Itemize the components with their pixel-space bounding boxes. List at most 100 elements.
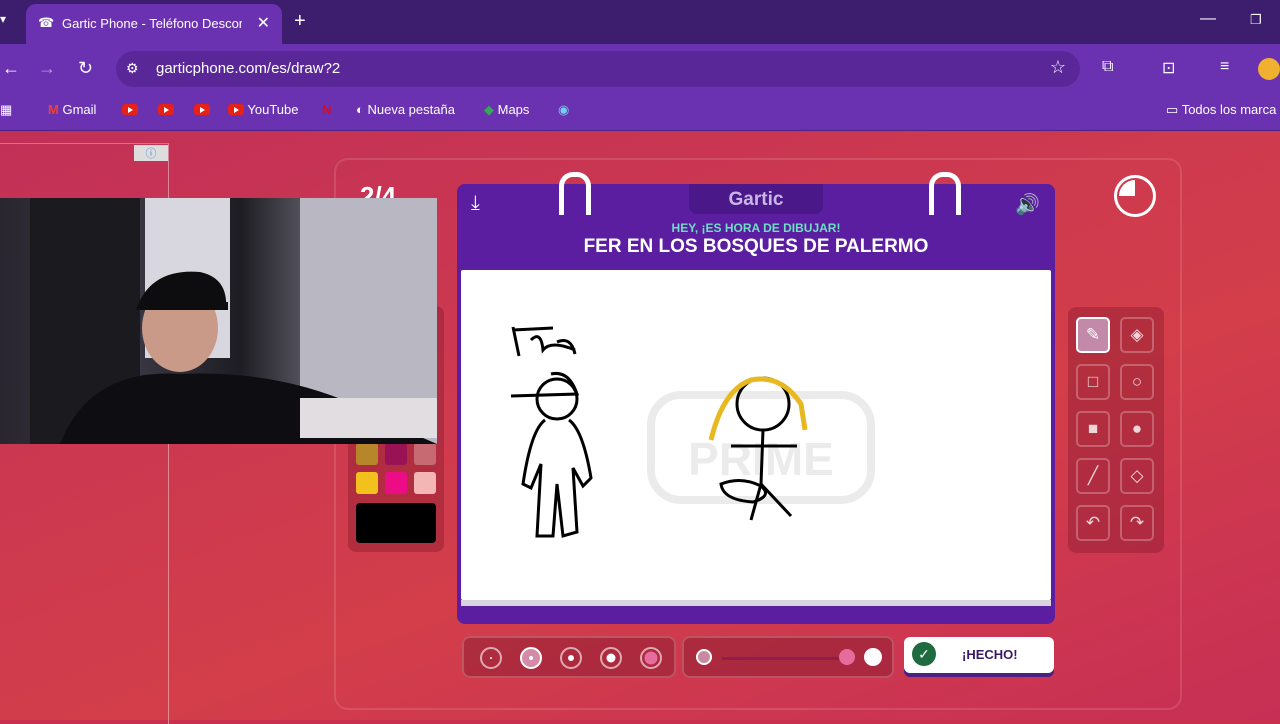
redo-icon: ↷	[1129, 513, 1145, 532]
selected-color-preview[interactable]	[356, 503, 436, 543]
restore-window-icon[interactable]: ❐	[1250, 12, 1262, 28]
profile-avatar[interactable]	[1258, 58, 1280, 80]
opacity-track[interactable]	[722, 657, 852, 660]
gartic-logo: Gartic	[689, 184, 823, 214]
done-label: ¡HECHO!	[962, 647, 1018, 662]
close-tab-icon[interactable]: ✕	[257, 13, 270, 33]
brush-size-1[interactable]	[480, 647, 502, 669]
prompt-title: FER EN LOS BOSQUES DE PALERMO	[583, 236, 929, 257]
folder-icon: ▭	[1166, 102, 1179, 117]
ellipse-fill-icon: ●	[1131, 419, 1143, 438]
bucket-icon: ◇	[1130, 466, 1144, 485]
bookmark-new-tab[interactable]: ◐ Nueva pestaña	[356, 102, 455, 117]
brush-size-4[interactable]	[600, 647, 622, 669]
brush-size-5[interactable]	[640, 647, 662, 669]
bookmark-youtube-1[interactable]	[122, 102, 138, 117]
binder-ring-right	[929, 172, 961, 215]
bookmark-star-icon[interactable]: ☆	[1050, 57, 1066, 78]
bookmark-youtube-2[interactable]	[158, 102, 174, 117]
drawing-tools: ✎ ◈ □ ○ ■ ● ╱ ◇ ↶ ↷	[1068, 307, 1164, 553]
ellipse-outline-icon: ○	[1131, 372, 1143, 391]
redo-button[interactable]: ↷	[1120, 505, 1154, 541]
bookmark-maps[interactable]: ◆ Maps	[484, 102, 529, 118]
site-info-icon[interactable]: ⚙	[126, 60, 139, 77]
opacity-slider[interactable]	[682, 636, 894, 678]
back-icon[interactable]: ←	[2, 58, 20, 79]
color-swatch[interactable]	[356, 443, 378, 465]
rect-outline-icon: □	[1087, 372, 1099, 391]
color-swatch[interactable]	[414, 443, 436, 465]
timer-pie-icon	[1119, 180, 1135, 196]
bucket-tool[interactable]: ◇	[1120, 458, 1154, 494]
all-bookmarks-label: Todos los marca	[1181, 102, 1277, 117]
screenshot-icon[interactable]: ⊡	[1162, 58, 1175, 78]
all-bookmarks[interactable]: ▭ Todos los marca	[1166, 102, 1276, 118]
phone-favicon-icon: ☎	[38, 15, 55, 30]
drawing-card: Gartic ⤓ 🔊 HEY, ¡ES HORA DE DIBUJAR! FER…	[457, 172, 1055, 624]
globe-icon: ◐	[356, 102, 364, 117]
active-tab[interactable]: ☎ Gartic Phone - Teléfono Descon ✕	[26, 4, 282, 44]
maps-pin-icon: ◆	[484, 102, 494, 117]
ellipse-outline-tool[interactable]: ○	[1120, 364, 1154, 400]
pencil-icon: ✎	[1085, 325, 1101, 344]
tab-strip: ▾ ☎ Gartic Phone - Teléfono Descon ✕ + —…	[0, 0, 1280, 44]
youtube-icon	[158, 104, 174, 115]
opacity-handle[interactable]	[839, 649, 855, 665]
webcam-overlay	[0, 198, 437, 444]
canvas-page-edge	[461, 600, 1051, 606]
bookmark-gmail-label: Gmail	[62, 102, 97, 117]
rect-outline-tool[interactable]: □	[1076, 364, 1110, 400]
bookmarks-bar: ▦ M Gmail YouTube N ◐ Nueva pestaña ◆ Ma…	[0, 94, 1280, 131]
bookmark-new-tab-label: Nueva pestaña	[367, 102, 455, 117]
address-bar[interactable]: ⚙ garticphone.com/es/draw?2 ☆	[116, 51, 1080, 87]
line-icon: ╱	[1087, 466, 1099, 485]
game-page: ⓘ 2/4 Gartic ⤓ 🔊 HEY, ¡ES HORA DE DIBUJA…	[0, 131, 1280, 724]
undo-icon: ↶	[1085, 513, 1101, 532]
gmail-icon: M	[48, 102, 59, 117]
pencil-tool[interactable]: ✎	[1076, 317, 1110, 353]
brush-size-selector	[462, 636, 676, 678]
color-swatch[interactable]	[414, 472, 436, 494]
webcam-person-image	[30, 198, 437, 444]
download-icon[interactable]: ⤓	[471, 192, 480, 215]
color-swatch[interactable]	[356, 472, 378, 494]
drawing-canvas[interactable]: PRIME	[461, 270, 1051, 600]
youtube-icon	[122, 104, 138, 115]
reload-icon[interactable]: ↻	[78, 58, 93, 79]
rect-fill-tool[interactable]: ■	[1076, 411, 1110, 447]
netflix-icon[interactable]: N	[322, 102, 331, 117]
brush-size-3[interactable]	[560, 647, 582, 669]
bookmark-youtube[interactable]: YouTube	[228, 102, 298, 117]
extensions-icon[interactable]: ⧉	[1102, 58, 1113, 76]
color-swatch[interactable]	[385, 472, 407, 494]
eraser-tool[interactable]: ◈	[1120, 317, 1154, 353]
round-timer	[1114, 175, 1156, 217]
undo-button[interactable]: ↶	[1076, 505, 1110, 541]
youtube-icon	[194, 104, 210, 115]
card-header: Gartic ⤓ 🔊 HEY, ¡ES HORA DE DIBUJAR! FER…	[457, 172, 1055, 268]
forward-icon[interactable]: →	[38, 58, 56, 79]
done-button[interactable]: ✓ ¡HECHO!	[904, 637, 1054, 673]
youtube-icon	[228, 104, 244, 115]
minimize-window-icon[interactable]: —	[1200, 10, 1216, 28]
bookmark-gmail[interactable]: M Gmail	[48, 102, 96, 117]
ellipse-fill-tool[interactable]: ●	[1120, 411, 1154, 447]
chat-app-icon[interactable]: ◉	[558, 102, 569, 118]
url-text[interactable]: garticphone.com/es/draw?2	[156, 60, 340, 77]
new-tab-icon[interactable]: +	[294, 10, 306, 33]
media-control-icon[interactable]: ≡	[1220, 58, 1229, 76]
prompt-subtitle: HEY, ¡ES HORA DE DIBUJAR!	[671, 221, 841, 235]
binder-ring-left	[559, 172, 591, 215]
bookmark-maps-label: Maps	[497, 102, 530, 117]
opacity-max-icon	[864, 648, 882, 666]
opacity-min-icon	[696, 649, 712, 665]
line-tool[interactable]: ╱	[1076, 458, 1110, 494]
volume-icon[interactable]: 🔊	[1015, 192, 1040, 217]
bookmark-youtube-3[interactable]	[194, 102, 210, 117]
brush-size-2[interactable]	[520, 647, 542, 669]
apps-grid-icon[interactable]: ▦	[0, 102, 12, 118]
tab-search-icon[interactable]: ▾	[0, 12, 6, 26]
color-swatch[interactable]	[385, 443, 407, 465]
ad-info-icon[interactable]: ⓘ	[134, 145, 168, 161]
check-icon: ✓	[912, 642, 936, 666]
